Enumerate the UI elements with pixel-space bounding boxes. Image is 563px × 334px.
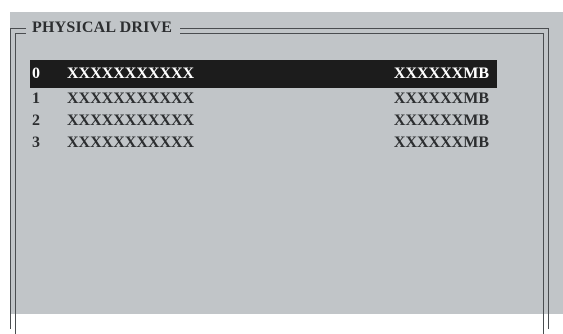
drive-size: XXXXXXMB bbox=[393, 112, 489, 129]
drive-model: XXXXXXXXXXX bbox=[67, 112, 195, 129]
drive-row-0[interactable]: 0 XXXXXXXXXXX XXXXXXMB bbox=[30, 60, 497, 88]
drive-row-2[interactable]: 2 XXXXXXXXXXX XXXXXXMB bbox=[30, 110, 497, 132]
drive-model: XXXXXXXXXXX bbox=[67, 65, 195, 82]
drive-index: 3 bbox=[32, 134, 40, 151]
drive-row-1[interactable]: 1 XXXXXXXXXXX XXXXXXMB bbox=[30, 88, 497, 110]
drive-index: 2 bbox=[32, 112, 40, 129]
panel-title: PHYSICAL DRIVE bbox=[26, 17, 181, 39]
drive-size: XXXXXXMB bbox=[393, 65, 489, 82]
drive-model: XXXXXXXXXXX bbox=[67, 90, 195, 107]
drive-model: XXXXXXXXXXX bbox=[67, 134, 195, 151]
drive-index: 1 bbox=[32, 90, 40, 107]
drive-size: XXXXXXMB bbox=[393, 90, 489, 107]
drive-list: 0 XXXXXXXXXXX XXXXXXMB 1 XXXXXXXXXXX XXX… bbox=[30, 60, 497, 154]
drive-size: XXXXXXMB bbox=[393, 134, 489, 151]
drive-row-3[interactable]: 3 XXXXXXXXXXX XXXXXXMB bbox=[30, 132, 497, 154]
drive-index: 0 bbox=[32, 65, 40, 82]
